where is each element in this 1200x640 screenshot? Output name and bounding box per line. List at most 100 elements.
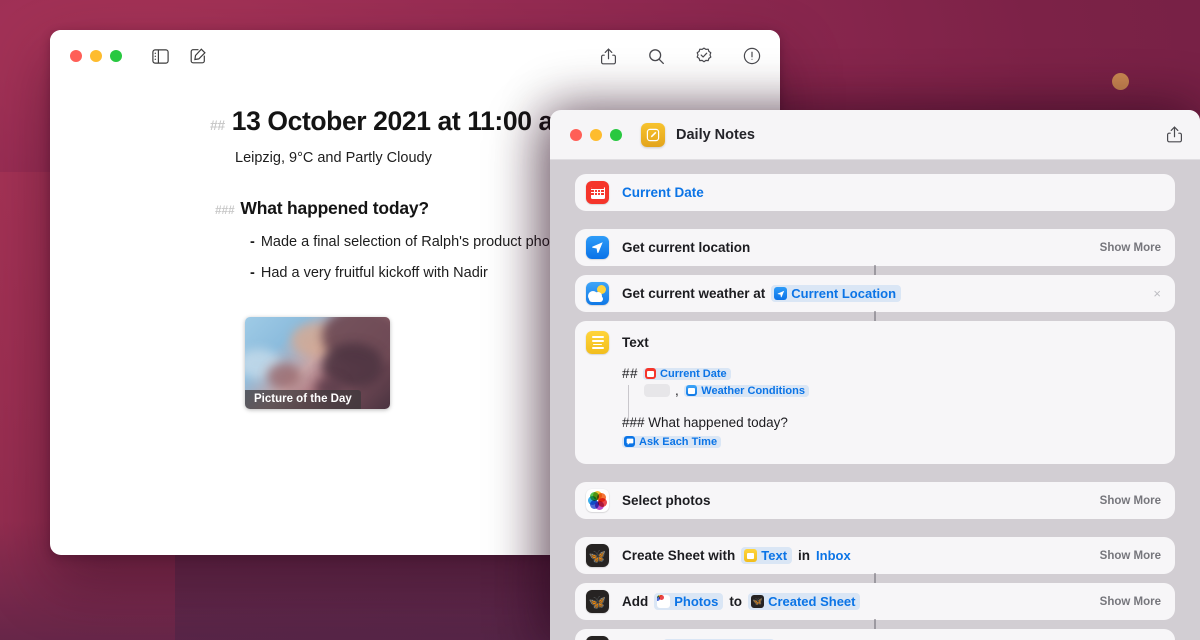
text-line: , Weather Conditions [644,382,1157,399]
action-row[interactable]: 🦋 Create Sheet with Text in Inbox Show M… [575,537,1175,585]
location-arrow-icon [586,236,609,259]
minimize-window-button[interactable] [90,50,102,62]
markdown-h2-marker: ## [622,366,639,381]
close-window-button[interactable] [570,128,582,141]
shortcut-title: Daily Notes [676,126,755,143]
share-icon[interactable] [598,46,618,66]
text-line: ## Current Date [622,365,1157,382]
location-arrow-icon [774,287,788,300]
ulysses-icon: 🦋 [586,636,609,640]
token-created-sheet[interactable]: 🦋 Created Sheet [748,593,861,610]
maximize-window-button[interactable] [110,50,122,62]
search-icon[interactable] [646,46,666,66]
notes-toolbar-left [70,46,208,66]
token-text[interactable]: Text [741,547,793,564]
ulysses-icon: 🦋 [751,595,765,608]
token-current-location[interactable]: Current Location [771,285,902,302]
token-photos[interactable]: Photos [654,593,724,610]
action-label: Create Sheet with Text in Inbox [622,547,851,564]
minimize-window-button[interactable] [590,128,602,141]
action-label: Add Photos to 🦋 Created Sheet [622,593,861,610]
markdown-h3-marker: ### [215,203,235,217]
action-row[interactable]: Get current weather at Current Location … [575,275,1175,323]
action-label-text: Get current weather at [622,286,766,301]
action-row[interactable]: Get current location Show More [575,229,1175,277]
action-label: Current Date [622,185,704,200]
text-indent-guide [628,385,629,419]
weather-icon [586,282,609,305]
token-weather-conditions[interactable]: Weather Conditions [684,384,809,397]
share-icon[interactable] [1167,126,1182,143]
text-lines-icon [744,549,758,562]
text-question-line: ### What happened today? [622,415,788,430]
action-current-date[interactable]: Current Date [575,174,1175,211]
weather-icon [686,385,698,396]
link-inbox[interactable]: Inbox [816,548,851,563]
action-text[interactable]: Text ## Current Date , Weather Condition… [575,321,1175,464]
bullet-text: Had a very fruitful kickoff with Nadir [260,265,488,281]
ulysses-icon: 🦋 [586,590,609,613]
note-date-title: 13 October 2021 at 11:00 am [231,106,577,136]
remove-action-button[interactable]: × [1143,287,1161,300]
wallpaper-orange-dot [1112,73,1129,90]
show-more-button[interactable]: Show More [1090,550,1161,562]
action-open-created-sheet[interactable]: 🦋 Open 🦋 Created Sheet Show More [575,629,1175,640]
show-more-button[interactable]: Show More [1090,495,1161,507]
note-photo-thumbnail[interactable]: Picture of the Day [245,317,390,409]
token-ask-each-time[interactable]: Ask Each Time [622,435,722,448]
action-label: Text [622,335,649,350]
bullet-dash: - [250,265,255,281]
action-create-sheet[interactable]: 🦋 Create Sheet with Text in Inbox Show M… [575,537,1175,574]
ask-icon [624,436,635,447]
token-label: Ask Each Time [639,435,718,448]
photos-icon [657,595,671,608]
action-row[interactable]: Current Date [575,174,1175,211]
action-add-photos[interactable]: 🦋 Add Photos to 🦋 Created Sheet Show Mor… [575,583,1175,620]
action-row[interactable]: Select photos Show More [575,482,1175,519]
info-circle-icon[interactable] [742,46,762,66]
action-row[interactable]: 🦋 Add Photos to 🦋 Created Sheet Show Mor… [575,583,1175,631]
token-label: Created Sheet [768,594,856,609]
bullet-dash: - [250,234,255,250]
token-current-date[interactable]: Current Date [643,367,731,380]
action-select-photos[interactable]: Select photos Show More [575,482,1175,519]
shortcuts-window[interactable]: Daily Notes Current Date Get current loc… [550,110,1200,640]
action-label-conjunction: in [798,548,811,563]
token-label: Photos [674,594,719,609]
text-line: Ask Each Time [622,433,1157,450]
action-label-conjunction: to [729,594,743,609]
shortcut-compose-icon [641,122,665,147]
checkmark-seal-icon[interactable] [694,46,714,66]
shortcut-action-list[interactable]: Current Date Get current location Show M… [550,160,1200,640]
action-text-header: Text [586,331,1161,354]
window-traffic-lights[interactable] [70,50,122,62]
token-placeholder[interactable] [644,384,670,397]
action-get-current-weather[interactable]: Get current weather at Current Location … [575,275,1175,312]
action-get-current-location[interactable]: Get current location Show More [575,229,1175,266]
compose-icon[interactable] [188,46,208,66]
photo-mid-cloud [267,363,301,389]
text-separator: , [675,383,680,398]
text-lines-icon [586,331,609,354]
action-text-body[interactable]: ## Current Date , Weather Conditions ###… [622,365,1157,450]
show-more-button[interactable]: Show More [1090,596,1161,608]
action-label-text: Add [622,594,649,609]
action-label: Get current weather at Current Location [622,285,902,302]
shortcuts-titlebar: Daily Notes [550,110,1200,160]
text-blank-line [622,399,1157,414]
window-traffic-lights[interactable] [570,128,622,141]
sidebar-toggle-icon[interactable] [150,46,170,66]
note-section-title: What happened today? [240,198,429,218]
token-label: Current Date [660,367,727,380]
calendar-icon [645,368,657,379]
photos-icon [586,489,609,512]
text-line: ### What happened today? [622,414,1157,431]
action-row[interactable]: Text ## Current Date , Weather Condition… [575,321,1175,464]
close-window-button[interactable] [70,50,82,62]
photo-caption: Picture of the Day [245,390,361,409]
show-more-button[interactable]: Show More [1090,242,1161,254]
token-label: Weather Conditions [701,384,805,397]
notes-toolbar-right [598,46,762,66]
action-row[interactable]: 🦋 Open 🦋 Created Sheet Show More [575,629,1175,640]
maximize-window-button[interactable] [610,128,622,141]
